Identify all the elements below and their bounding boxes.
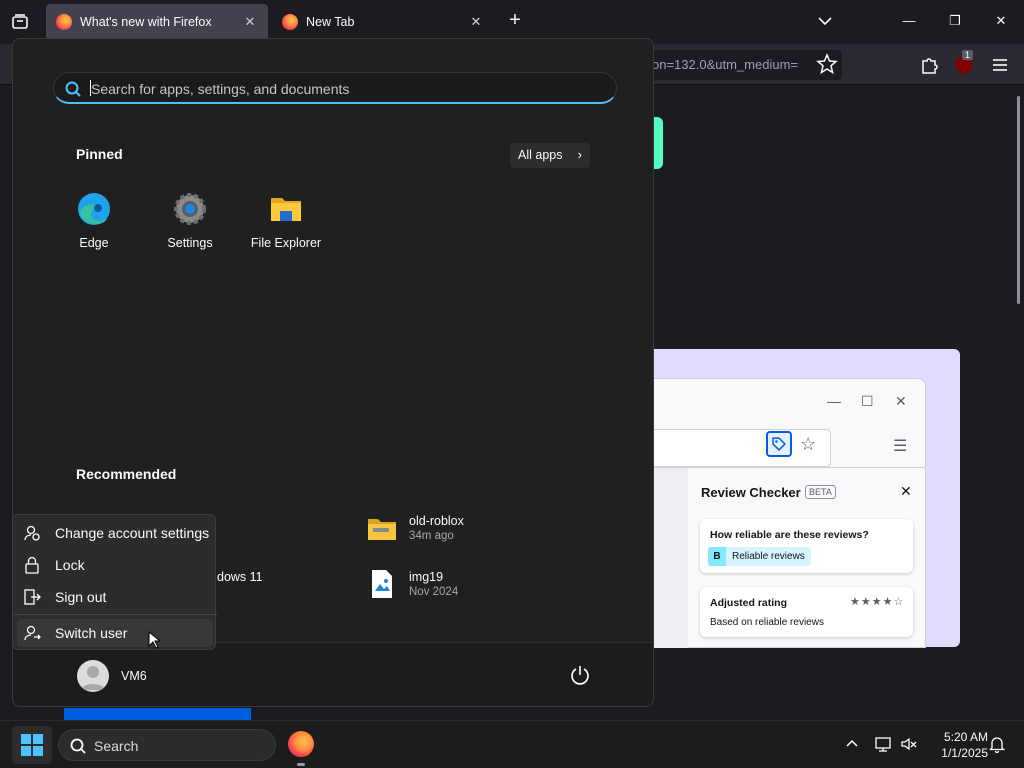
pinned-app-settings[interactable]: Settings: [142, 191, 238, 250]
tab-whats-new[interactable]: What's new with Firefox ✕: [46, 4, 268, 40]
price-tag-icon: [766, 431, 792, 457]
chevron-right-icon: ›: [577, 147, 582, 162]
user-avatar-icon: [81, 666, 105, 690]
pinned-heading: Pinned: [76, 146, 123, 162]
app-label: Edge: [79, 236, 109, 250]
search-icon: [70, 738, 86, 754]
taskbar-search-box[interactable]: Search: [58, 729, 276, 761]
adjusted-rating-sub: Based on reliable reviews: [710, 617, 824, 628]
start-button[interactable]: [12, 726, 52, 764]
mouse-cursor-icon: [148, 631, 160, 649]
file-explorer-icon: [271, 198, 301, 221]
extensions-puzzle-icon[interactable]: [918, 54, 940, 76]
mock-minimize-icon: —: [827, 393, 841, 409]
sign-out-item[interactable]: Sign out: [17, 583, 213, 611]
reliability-question: How reliable are these reviews?: [710, 529, 869, 541]
menu-item-label: Sign out: [55, 589, 107, 605]
close-tab-icon[interactable]: ✕: [242, 14, 258, 30]
recommended-title: old-roblox: [409, 514, 464, 528]
mock-menu-icon: ☰: [893, 438, 908, 455]
tab-title: What's new with Firefox: [80, 15, 212, 29]
url-text[interactable]: on=132.0&utm_medium=: [652, 57, 812, 72]
page-scrollbar[interactable]: [1017, 96, 1020, 304]
divider: [13, 614, 217, 615]
bookmark-star-icon[interactable]: [816, 53, 838, 75]
app-label: Settings: [167, 236, 213, 250]
menu-item-label: Change account settings: [55, 525, 210, 541]
switch-user-item[interactable]: Switch user: [17, 619, 213, 647]
close-tab-icon[interactable]: ✕: [468, 14, 484, 30]
clock-date: 1/1/2025: [941, 746, 988, 760]
close-window-button[interactable]: ✕: [988, 8, 1014, 34]
firefox-taskbar-icon[interactable]: [288, 731, 314, 757]
clock-time: 5:20 AM: [943, 730, 988, 744]
user-name[interactable]: VM6: [121, 669, 147, 683]
recommended-item-img19[interactable]: img19 Nov 2024: [409, 570, 458, 598]
tab-new-tab[interactable]: New Tab ✕: [272, 4, 494, 40]
notification-bell-icon[interactable]: [988, 735, 1006, 753]
pinned-app-edge[interactable]: Edge: [46, 191, 142, 250]
firefox-logo-icon: [56, 14, 72, 30]
mock-star-icon: ☆: [800, 434, 817, 454]
firefox-view-icon[interactable]: [8, 10, 32, 34]
grade-label: Reliable reviews: [732, 551, 805, 562]
start-menu-footer: VM6: [13, 642, 653, 706]
recommended-date: Nov 2024: [409, 586, 459, 598]
close-icon: ✕: [900, 483, 912, 499]
recommended-item-old-roblox[interactable]: old-roblox 34m ago: [409, 514, 464, 542]
pinned-app-file-explorer[interactable]: File Explorer: [238, 191, 334, 250]
account-flyout-menu: Change account settings Lock Sign out Sw…: [12, 514, 217, 650]
settings-gear-icon: [174, 193, 206, 225]
network-icon[interactable]: [874, 735, 892, 753]
lock-item[interactable]: Lock: [17, 551, 213, 579]
running-indicator: [297, 763, 305, 766]
search-icon: [65, 81, 81, 97]
firefox-logo-icon: [282, 14, 298, 30]
volume-muted-icon[interactable]: [900, 735, 918, 753]
recommended-item[interactable]: dows 11: [217, 570, 263, 584]
review-checker-title: Review Checker: [701, 485, 801, 500]
sign-out-icon: [24, 589, 41, 605]
edge-icon: [78, 193, 110, 225]
taskbar-search-label: Search: [94, 738, 139, 754]
recommended-title: dows 11: [217, 570, 263, 584]
system-clock[interactable]: 5:20 AM 1/1/2025: [920, 729, 988, 761]
search-placeholder: Search for apps, settings, and documents: [91, 81, 350, 97]
mock-close-icon: ✕: [895, 393, 907, 409]
page-blue-button[interactable]: [64, 708, 251, 720]
app-label: File Explorer: [250, 236, 322, 250]
beta-badge: BETA: [805, 485, 836, 499]
restore-window-button[interactable]: ❐: [942, 8, 968, 34]
change-account-settings-item[interactable]: Change account settings: [17, 519, 213, 547]
grade-letter: B: [708, 547, 726, 566]
recommended-time: 34m ago: [409, 530, 454, 542]
image-file-icon: [372, 570, 392, 598]
all-apps-label: All apps: [518, 148, 563, 162]
power-icon[interactable]: [569, 664, 591, 686]
account-settings-icon: [24, 525, 40, 541]
menu-item-label: Lock: [55, 557, 85, 573]
tab-title: New Tab: [306, 15, 355, 29]
start-search-input[interactable]: Search for apps, settings, and documents: [53, 72, 617, 104]
all-apps-button[interactable]: All apps ›: [510, 143, 590, 168]
new-tab-button[interactable]: +: [504, 9, 526, 35]
taskbar: Search 5:20 AM 1/1/2025: [0, 720, 1024, 768]
mock-maximize-icon: ☐: [861, 393, 874, 409]
star-rating: ★★★★☆: [850, 596, 905, 608]
adjusted-rating-title: Adjusted rating: [710, 597, 788, 609]
folder-zip-icon: [368, 519, 396, 540]
recommended-heading: Recommended: [76, 466, 177, 482]
hamburger-menu-icon[interactable]: [990, 55, 1010, 75]
menu-item-label: Switch user: [55, 625, 128, 641]
lock-icon: [25, 556, 39, 574]
recommended-title: img19: [409, 570, 444, 584]
switch-user-icon: [24, 625, 41, 641]
grade-pill: B Reliable reviews: [708, 547, 811, 566]
windows-logo-icon: [21, 734, 43, 756]
list-all-tabs-icon[interactable]: [814, 10, 836, 32]
ublock-count-badge: 1: [962, 50, 974, 60]
user-avatar[interactable]: [77, 660, 109, 692]
show-hidden-icons-chevron-icon[interactable]: [844, 735, 860, 751]
minimize-window-button[interactable]: —: [896, 8, 922, 34]
